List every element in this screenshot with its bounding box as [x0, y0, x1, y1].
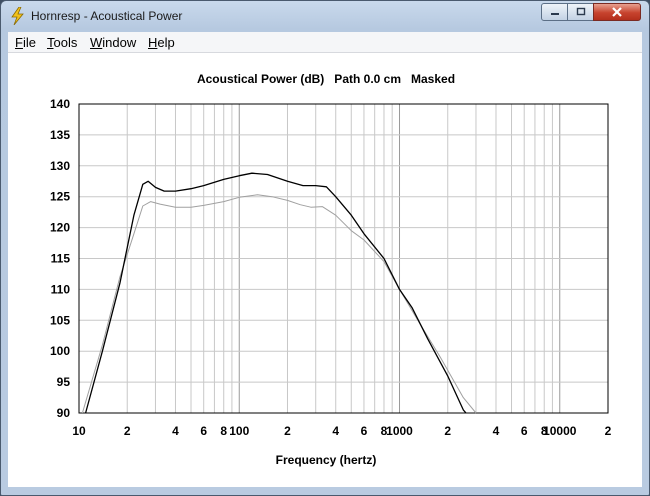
- x-tick-label: 2: [124, 424, 131, 438]
- y-tick-label: 140: [50, 97, 70, 111]
- minimize-button[interactable]: [541, 3, 568, 21]
- menu-window[interactable]: Window: [90, 35, 136, 50]
- minimize-icon: [550, 13, 559, 15]
- series-line-primary: [84, 172, 467, 414]
- menu-help-accel: H: [148, 35, 158, 50]
- title-bar[interactable]: Hornresp - Acoustical Power: [1, 1, 649, 31]
- y-tick-label: 95: [57, 375, 71, 389]
- acoustical-power-chart: Acoustical Power (dB) Path 0.0 cm Masked…: [50, 72, 612, 467]
- menu-bar: File Tools Window Help: [8, 32, 642, 53]
- x-tick-label: 4: [332, 424, 339, 438]
- x-tick-label: 6: [521, 424, 528, 438]
- menu-tools-label: ools: [53, 35, 78, 50]
- x-tick-label: 2: [284, 424, 291, 438]
- y-tick-labels: 90 95 100 105 110 115 120 125 130 135 140: [50, 97, 70, 420]
- menu-file-label: ile: [22, 35, 36, 50]
- x-tick-label: 1000: [386, 424, 413, 438]
- x-axis-label: Frequency (hertz): [276, 453, 377, 467]
- x-tick-label: 10: [72, 424, 86, 438]
- grid-lines: [79, 104, 608, 413]
- x-tick-label: 2: [605, 424, 612, 438]
- app-window: Hornresp - Acoustical Power File Tools W…: [0, 0, 650, 496]
- y-tick-label: 120: [50, 221, 70, 235]
- maximize-button[interactable]: [567, 3, 594, 21]
- x-tick-label: 6: [200, 424, 207, 438]
- menu-window-accel: W: [90, 35, 103, 50]
- window-title: Hornresp - Acoustical Power: [31, 9, 183, 23]
- x-tick-label: 2: [444, 424, 451, 438]
- x-tick-label: 6: [361, 424, 368, 438]
- x-tick-label: 10000: [543, 424, 577, 438]
- maximize-icon: [576, 7, 585, 16]
- menu-file-accel: F: [15, 35, 23, 50]
- x-tick-label: 100: [229, 424, 249, 438]
- x-tick-labels: 10 2 4 6 8 100 2 4 6 81000 2 4 6 810000 2: [72, 424, 611, 438]
- y-tick-label: 90: [57, 406, 71, 420]
- x-tick-label: 4: [172, 424, 179, 438]
- close-button[interactable]: [593, 3, 641, 21]
- y-tick-label: 135: [50, 128, 70, 142]
- y-tick-label: 125: [50, 190, 70, 204]
- close-icon: [612, 7, 622, 17]
- menu-help-label: elp: [157, 35, 175, 50]
- chart-title: Acoustical Power (dB) Path 0.0 cm Masked: [197, 72, 455, 86]
- chart-area: Acoustical Power (dB) Path 0.0 cm Masked…: [8, 53, 642, 487]
- menu-file[interactable]: File: [15, 35, 36, 50]
- menu-window-label: indow: [102, 35, 137, 50]
- series-layer: [81, 172, 477, 414]
- menu-tools[interactable]: Tools: [47, 35, 77, 50]
- y-tick-label: 130: [50, 159, 70, 173]
- y-tick-label: 110: [51, 282, 71, 296]
- lightning-bolt-icon: [11, 7, 24, 25]
- y-tick-label: 105: [50, 313, 70, 327]
- menu-help[interactable]: Help: [148, 35, 175, 50]
- x-tick-label: 8: [220, 424, 227, 438]
- y-tick-label: 115: [51, 252, 71, 266]
- x-tick-label: 4: [493, 424, 500, 438]
- y-tick-label: 100: [50, 344, 70, 358]
